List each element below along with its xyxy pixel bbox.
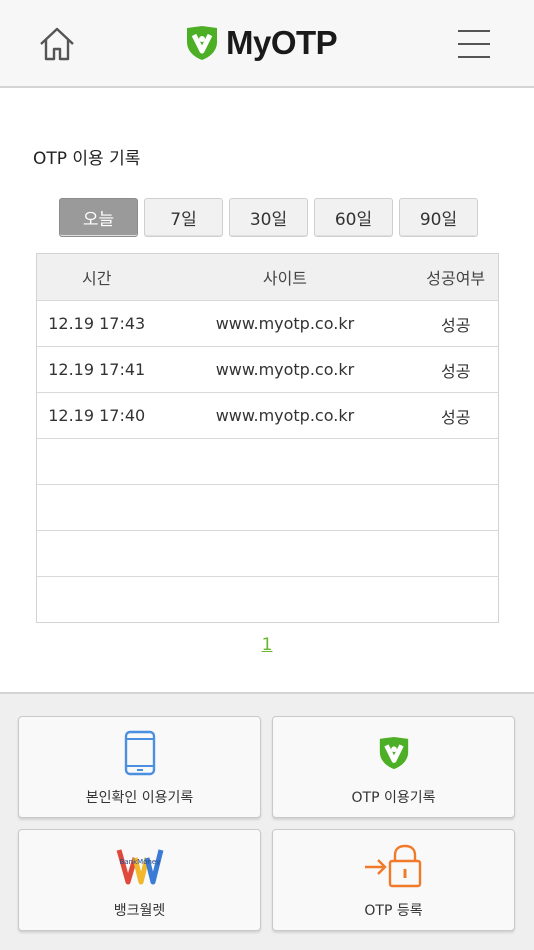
tab-today[interactable]: 오늘 bbox=[59, 198, 138, 237]
column-header-site: 사이트 bbox=[262, 269, 308, 288]
tab-30days[interactable]: 30일 bbox=[229, 198, 308, 237]
table-header: 시간 사이트 성공여부 bbox=[37, 254, 498, 300]
tab-7days[interactable]: 7일 bbox=[144, 198, 223, 237]
myotp-logo: MyOTP bbox=[184, 20, 338, 66]
pagination: 1 bbox=[0, 635, 534, 655]
table-row: 12.19 17:43 www.myotp.co.kr 성공 bbox=[37, 300, 498, 346]
table-row-empty bbox=[37, 576, 498, 622]
cell-site: www.myotp.co.kr bbox=[215, 314, 355, 333]
bankwallet-logo-text: BankMoney bbox=[119, 858, 160, 866]
lock-arrow-icon bbox=[364, 844, 421, 888]
column-header-time: 시간 bbox=[82, 269, 112, 288]
tab-90days[interactable]: 90일 bbox=[399, 198, 478, 237]
table-row-empty bbox=[37, 484, 498, 530]
app-header: MyOTP bbox=[0, 0, 534, 88]
cell-result: 성공 bbox=[440, 361, 471, 381]
tab-60days[interactable]: 60일 bbox=[314, 198, 393, 237]
menu-icon bbox=[458, 43, 490, 45]
cell-site: www.myotp.co.kr bbox=[215, 360, 355, 379]
bankwallet-label: 뱅크월렛 bbox=[113, 903, 166, 919]
otp-register-button[interactable]: OTP 등록 bbox=[272, 829, 515, 931]
cell-time: 12.19 17:40 bbox=[48, 406, 146, 425]
page-title: OTP 이용 기록 bbox=[33, 149, 141, 169]
otp-register-label: OTP 등록 bbox=[364, 903, 423, 919]
bankwallet-button[interactable]: BankMoney 뱅크월렛 bbox=[18, 829, 261, 931]
phone-icon bbox=[124, 730, 155, 776]
cell-time: 12.19 17:43 bbox=[48, 314, 146, 333]
column-header-result: 성공여부 bbox=[426, 269, 486, 288]
period-tabs: 오늘 7일 30일 60일 90일 bbox=[59, 198, 478, 237]
cell-site: www.myotp.co.kr bbox=[215, 406, 355, 425]
logo-text: MyOTP bbox=[226, 24, 338, 61]
cell-time: 12.19 17:41 bbox=[48, 360, 146, 379]
table-row-empty bbox=[37, 438, 498, 484]
cell-result: 성공 bbox=[440, 315, 471, 335]
otp-history-label: OTP 이용기록 bbox=[351, 790, 436, 806]
table-row: 12.19 17:41 www.myotp.co.kr 성공 bbox=[37, 346, 498, 392]
page-link-1[interactable]: 1 bbox=[262, 635, 273, 655]
menu-icon bbox=[458, 56, 490, 58]
otp-history-button[interactable]: OTP 이용기록 bbox=[272, 716, 515, 818]
menu-button[interactable] bbox=[454, 24, 496, 64]
menu-icon bbox=[458, 30, 490, 32]
bankwallet-logo-icon: BankMoney bbox=[116, 849, 163, 885]
home-button[interactable] bbox=[34, 22, 80, 66]
identity-history-button[interactable]: 본인확인 이용기록 bbox=[18, 716, 261, 818]
table-row: 12.19 17:40 www.myotp.co.kr 성공 bbox=[37, 392, 498, 438]
myotp-shield-icon bbox=[379, 736, 408, 770]
cell-result: 성공 bbox=[440, 407, 471, 427]
otp-history-table: 시간 사이트 성공여부 12.19 17:43 www.myotp.co.kr … bbox=[36, 253, 499, 623]
shield-logo-icon bbox=[187, 26, 217, 60]
identity-history-label: 본인확인 이용기록 bbox=[85, 790, 194, 806]
home-icon bbox=[40, 27, 74, 61]
bottom-menu: 본인확인 이용기록 OTP 이용기록 BankMoney 뱅크월렛 OTP 등록 bbox=[0, 692, 534, 950]
table-row-empty bbox=[37, 530, 498, 576]
